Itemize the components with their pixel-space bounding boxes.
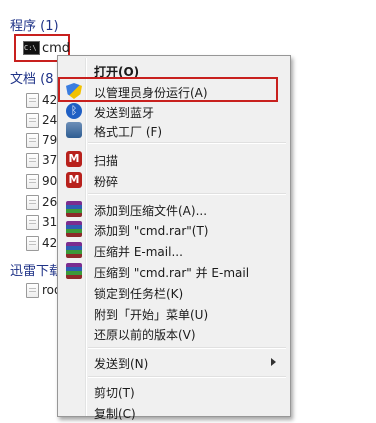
thunder-header: 迅雷下载 bbox=[10, 264, 63, 279]
document-icon bbox=[26, 133, 39, 148]
menu-item-add-to-cmd-rar[interactable]: 添加到 "cmd.rar"(T) bbox=[60, 218, 286, 240]
program-item-cmd[interactable]: cmd bbox=[42, 41, 70, 56]
document-icon bbox=[26, 215, 39, 230]
document-icon bbox=[26, 236, 39, 251]
menu-item-format-factory[interactable]: 格式工厂 (F) bbox=[60, 119, 286, 141]
document-icon bbox=[26, 174, 39, 189]
menu-item-compress-to-cmd-rar-email[interactable]: 压缩到 "cmd.rar" 并 E-mail bbox=[60, 260, 286, 282]
document-item[interactable]: 79 bbox=[42, 133, 57, 147]
menu-item-label: 复制(C) bbox=[94, 407, 136, 421]
run-as-admin-highlight-box bbox=[58, 77, 278, 102]
document-item[interactable]: 42 bbox=[42, 93, 57, 107]
bluetooth-icon: ᛒ bbox=[66, 103, 82, 119]
menu-item-label: 附到「开始」菜单(U) bbox=[94, 308, 209, 322]
winrar-icon bbox=[66, 221, 82, 237]
winrar-icon bbox=[66, 201, 82, 217]
format-factory-icon bbox=[66, 122, 82, 138]
menu-separator bbox=[88, 376, 286, 378]
menu-item-pin-taskbar[interactable]: 锁定到任务栏(K) bbox=[60, 281, 286, 303]
menu-item-send-to[interactable]: 发送到(N) bbox=[60, 351, 286, 373]
document-icon bbox=[26, 93, 39, 108]
menu-item-label: 剪切(T) bbox=[94, 386, 135, 400]
mcafee-icon: M bbox=[66, 172, 82, 188]
document-icon bbox=[26, 113, 39, 128]
menu-item-cut[interactable]: 剪切(T) bbox=[60, 380, 286, 402]
menu-separator bbox=[88, 142, 286, 144]
menu-item-pin-start[interactable]: 附到「开始」菜单(U) bbox=[60, 302, 286, 324]
menu-item-label: 压缩并 E-mail... bbox=[94, 245, 183, 259]
menu-item-label: 粉碎 bbox=[94, 175, 119, 189]
mcafee-icon: M bbox=[66, 151, 82, 167]
menu-item-label: 锁定到任务栏(K) bbox=[94, 287, 184, 301]
menu-item-label: 格式工厂 (F) bbox=[94, 125, 163, 139]
menu-item-label: 扫描 bbox=[94, 154, 119, 168]
menu-item-restore-versions[interactable]: 还原以前的版本(V) bbox=[60, 322, 286, 344]
menu-item-add-to-archive[interactable]: 添加到压缩文件(A)... bbox=[60, 198, 286, 220]
cmd-icon: C:\ bbox=[23, 41, 40, 55]
document-item[interactable]: 31 bbox=[42, 215, 57, 229]
submenu-arrow-icon bbox=[271, 358, 276, 366]
menu-item-label: 添加到压缩文件(A)... bbox=[94, 204, 208, 218]
document-icon bbox=[26, 195, 39, 210]
menu-item-label: 压缩到 "cmd.rar" 并 E-mail bbox=[94, 266, 250, 280]
document-icon bbox=[26, 283, 39, 298]
menu-separator bbox=[88, 193, 286, 195]
document-item[interactable]: 90 bbox=[42, 174, 57, 188]
menu-item-copy[interactable]: 复制(C) bbox=[60, 401, 286, 423]
menu-item-shred[interactable]: M 粉碎 bbox=[60, 169, 286, 191]
context-menu: 打开(O) 以管理员身份运行(A) ᛒ 发送到蓝牙 格式工厂 (F) M 扫描 … bbox=[57, 55, 291, 421]
programs-header: 程序 (1) bbox=[10, 19, 59, 34]
menu-item-scan[interactable]: M 扫描 bbox=[60, 148, 286, 170]
menu-separator bbox=[88, 347, 286, 349]
menu-item-label: 添加到 "cmd.rar"(T) bbox=[94, 224, 209, 238]
menu-item-label: 还原以前的版本(V) bbox=[94, 328, 196, 342]
document-icon bbox=[26, 153, 39, 168]
winrar-icon bbox=[66, 263, 82, 279]
menu-item-compress-email[interactable]: 压缩并 E-mail... bbox=[60, 239, 286, 261]
winrar-icon bbox=[66, 242, 82, 258]
menu-item-label: 发送到(N) bbox=[94, 357, 149, 371]
documents-header: 文档 (8 bbox=[10, 72, 54, 87]
